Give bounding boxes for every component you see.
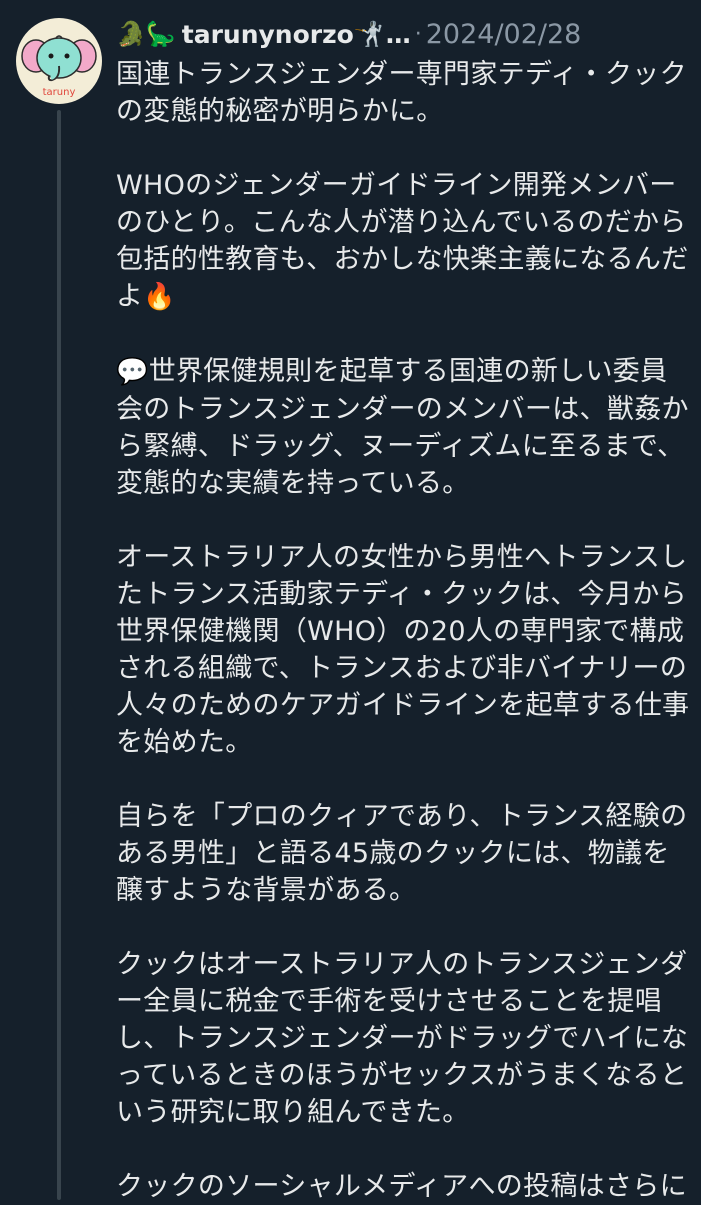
post-text: 国連トランスジェンダー専門家テディ・クック の変態的秘密が明らかに。 WHOのジ… — [116, 56, 691, 1205]
avatar-label: taruny — [43, 87, 76, 98]
paragraph: WHOのジェンダーガイドライン開発メンバー のひとり。こんな人が潜り込んでいるの… — [116, 170, 689, 312]
fencer-emoji: 🤺 — [353, 20, 384, 48]
paragraph: オーストラリア人の女性から男性へトランスし たトランス活動家テディ・クックは、今… — [116, 542, 690, 758]
paragraph: クックのソーシャルメディアへの投稿はさらに — [116, 1171, 687, 1202]
post-header: 🐊🦕 tarunynorzo 🤺 … · 2024/02/28 — [116, 12, 691, 56]
post-date[interactable]: 2024/02/28 — [426, 19, 582, 50]
thread-line — [57, 110, 61, 1200]
username-link[interactable]: tarunynorzo — [182, 20, 354, 49]
paragraph: クックはオーストラリア人のトランスジェンダ ー全員に税金で手術を受けさせることを… — [116, 949, 689, 1128]
avatar[interactable]: taruny — [16, 18, 102, 104]
paragraph: 国連トランスジェンダー専門家テディ・クック の変態的秘密が明らかに。 — [116, 59, 687, 127]
name-truncation: … — [385, 19, 411, 49]
separator-dot: · — [414, 21, 422, 47]
fire-icon: 🔥 — [143, 282, 176, 312]
speech-bubble-icon: 💬 — [116, 357, 149, 387]
display-name-emoji: 🐊🦕 — [116, 20, 176, 48]
elephant-icon: taruny — [21, 35, 97, 98]
paragraph: 自らを「プロのクィアであり、トランス経験の ある男性」と語る45歳のクックには、… — [116, 801, 688, 906]
paragraph: 💬世界保健規則を起草する国連の新しい委員 会のトランスジェンダーのメンバーは、獣… — [116, 356, 689, 499]
